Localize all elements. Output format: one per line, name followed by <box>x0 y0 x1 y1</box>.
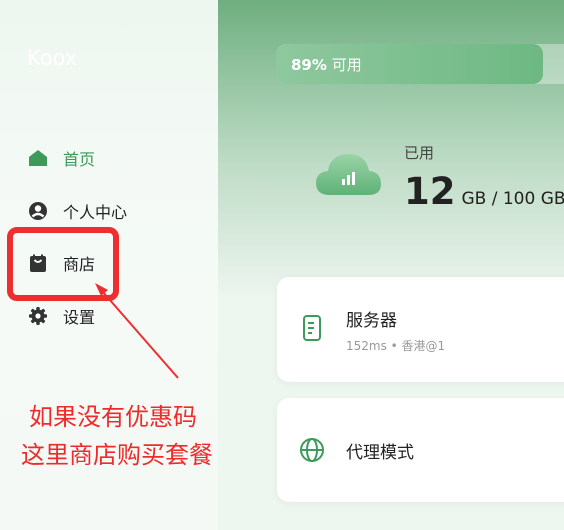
sidebar-item-home[interactable]: 首页 <box>27 143 95 173</box>
annotation-text-line1: 如果没有优惠码 <box>29 403 197 431</box>
usage-suffix: 可用 <box>331 56 362 74</box>
sidebar-item-label: 个人中心 <box>63 203 128 222</box>
app-title: Koox <box>27 46 78 70</box>
annotation-text-line2: 这里商店购买套餐 <box>21 441 213 469</box>
server-title: 服务器 <box>346 311 397 331</box>
server-card[interactable]: 服务器 152ms • 香港@1 <box>277 277 564 382</box>
usage-text: 89% 可用 <box>291 54 362 75</box>
user-icon <box>27 200 49 222</box>
sidebar-item-profile[interactable]: 个人中心 <box>27 196 127 226</box>
annotation-highlight-box <box>7 227 119 301</box>
cloud-chart-icon <box>312 147 384 203</box>
storage-used-number: 12 <box>404 170 456 213</box>
gear-icon <box>27 305 49 327</box>
storage-used-label: 已用 <box>404 144 435 162</box>
usage-progress-bar: 89% 可用 <box>276 44 564 84</box>
globe-icon <box>299 437 325 463</box>
sidebar-item-settings[interactable]: 设置 <box>27 301 95 331</box>
proxy-mode-title: 代理模式 <box>346 443 414 463</box>
usage-percent: 89% <box>291 56 327 74</box>
home-icon <box>27 147 49 169</box>
storage-used-value: 12 GB / 100 GB <box>404 170 564 213</box>
proxy-mode-card[interactable]: 代理模式 <box>277 398 564 502</box>
server-subtitle: 152ms • 香港@1 <box>346 339 446 353</box>
storage-total: GB / 100 GB <box>461 189 564 209</box>
server-icon <box>299 315 325 341</box>
sidebar-item-label: 设置 <box>63 308 96 327</box>
sidebar-item-label: 首页 <box>63 150 96 169</box>
